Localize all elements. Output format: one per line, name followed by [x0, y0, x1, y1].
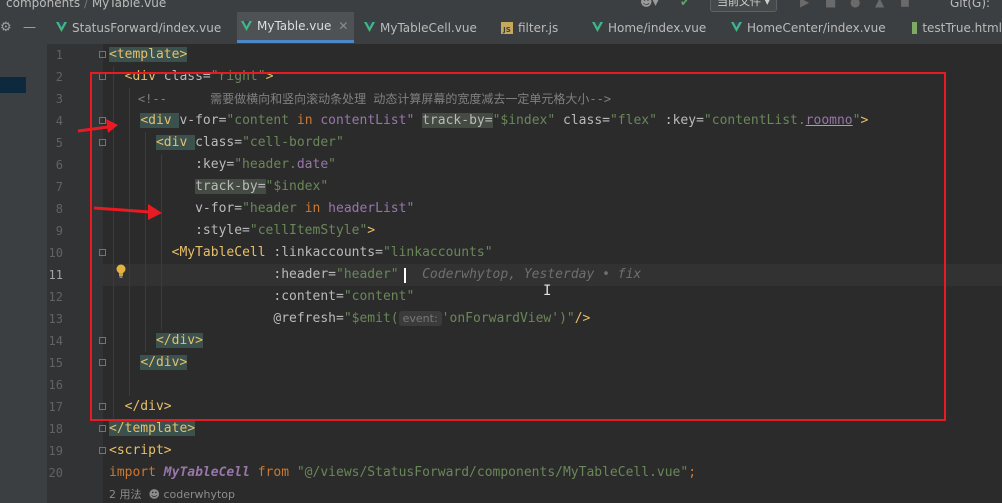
line-number: 6 [55, 158, 63, 172]
hide-icon[interactable]: — [23, 20, 36, 35]
line-number: 14 [48, 334, 63, 348]
fold-marker[interactable] [99, 447, 106, 454]
html-file-icon [912, 21, 918, 34]
tab-homecenter-index[interactable]: HomeCenter/index.vue [727, 12, 903, 43]
line-number: 10 [48, 246, 63, 260]
profile-icon[interactable]: ● [850, 0, 860, 9]
project-panel-edge [0, 44, 47, 503]
line-number: 17 [48, 400, 63, 414]
tab-home-index[interactable]: Home/index.vue [588, 12, 721, 43]
vue-file-icon [731, 22, 742, 33]
vue-file-icon [56, 22, 67, 33]
tab-mytablecell[interactable]: MyTableCell.vue [360, 12, 492, 43]
line-number: 20 [48, 466, 63, 480]
line-number: 3 [55, 92, 63, 106]
line-number: 16 [48, 378, 63, 392]
code-line-20: import MyTableCell from "@/views/StatusF… [109, 465, 697, 480]
line-number: 8 [55, 202, 63, 216]
tab-statusforward-index[interactable]: StatusForward/index.vue [52, 12, 236, 43]
line-number: 18 [48, 422, 63, 436]
vue-file-icon [241, 20, 252, 32]
line-number: 2 [55, 70, 63, 84]
line-number: 5 [55, 136, 63, 150]
line-number: 7 [55, 180, 63, 194]
fold-marker[interactable] [99, 51, 106, 58]
vue-file-icon [364, 22, 375, 33]
codelens-usages[interactable]: 2 用法 ☻ coderwhytop [109, 486, 235, 502]
tab-filter-js[interactable]: JS filter.js [497, 12, 587, 43]
settings-gear-icon[interactable]: ⚙ [0, 20, 12, 35]
annotation-rectangle [90, 72, 946, 421]
coverage-icon[interactable]: ▲ [875, 0, 884, 9]
git-label[interactable]: Git(G): [950, 0, 990, 10]
code-line-19: <script> [109, 443, 172, 458]
current-file-dropdown[interactable]: 当前文件 ▾ [710, 0, 778, 12]
vue-file-icon [592, 22, 603, 33]
tab-mytable[interactable]: MyTable.vue ✕ [237, 12, 354, 43]
editor-tab-bar: ⚙ — StatusForward/index.vue MyTable.vue … [0, 12, 1002, 45]
line-number: 1 [55, 48, 63, 62]
tab-testtrue-html[interactable]: testTrue.html [908, 12, 1002, 43]
js-file-icon: JS [501, 21, 513, 34]
code-line-1: <template> [109, 47, 188, 62]
build-hammer-icon[interactable]: ✔ [680, 0, 690, 9]
line-number: 12 [48, 290, 63, 304]
close-icon[interactable]: ✕ [338, 19, 348, 33]
fold-marker[interactable] [99, 425, 106, 432]
user-icon: ☻ [148, 488, 160, 501]
breadcrumb: components / MyTable.vue [6, 0, 166, 10]
breadcrumb-file[interactable]: MyTable.vue [92, 0, 166, 10]
annotation-arrow-line-4 [77, 119, 118, 133]
line-number-current: 11 [48, 268, 63, 282]
code-line-18: </template> [109, 421, 196, 436]
top-navigation-bar: components / MyTable.vue ☻▾ ✔ 当前文件 ▾ ▶ ■… [0, 0, 1002, 12]
line-number: 4 [55, 114, 63, 128]
line-number: 19 [48, 444, 63, 458]
line-number: 13 [48, 312, 63, 326]
breadcrumb-folder[interactable]: components [6, 0, 80, 10]
line-number: 9 [55, 224, 63, 238]
user-icon[interactable]: ☻▾ [640, 0, 659, 9]
line-number: 15 [48, 356, 63, 370]
project-selected-item[interactable] [0, 77, 26, 93]
debug-icon[interactable]: ■ [825, 0, 836, 9]
stop-icon[interactable]: ◼ [900, 0, 910, 9]
annotation-arrow-line-8 [93, 204, 162, 220]
run-icon[interactable]: ▶ [800, 0, 809, 9]
